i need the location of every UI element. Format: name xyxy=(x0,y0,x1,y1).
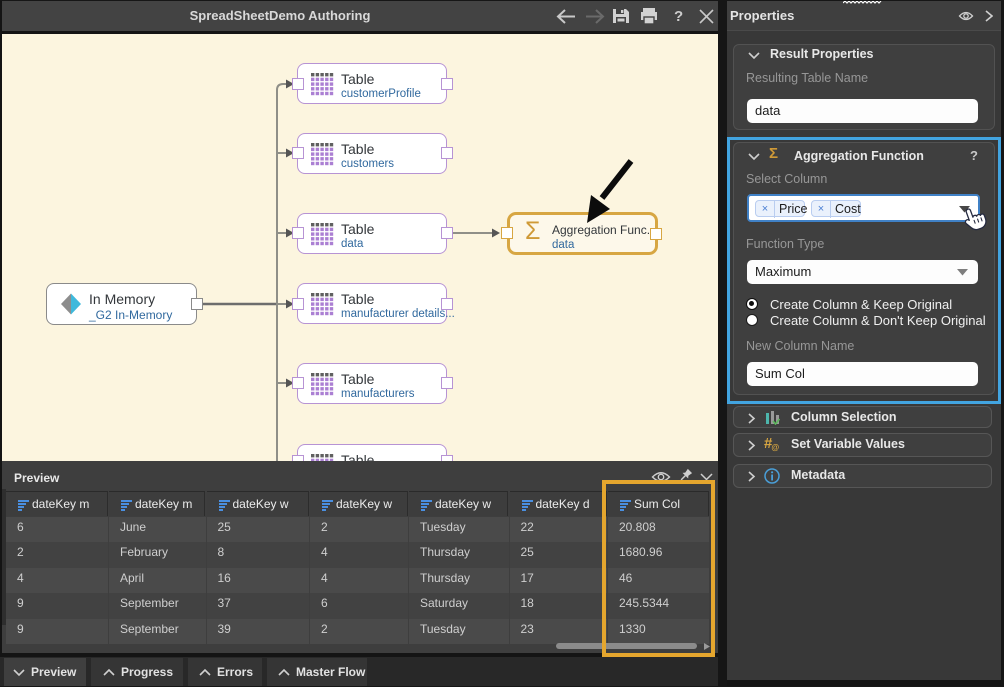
svg-text:?: ? xyxy=(674,8,683,25)
